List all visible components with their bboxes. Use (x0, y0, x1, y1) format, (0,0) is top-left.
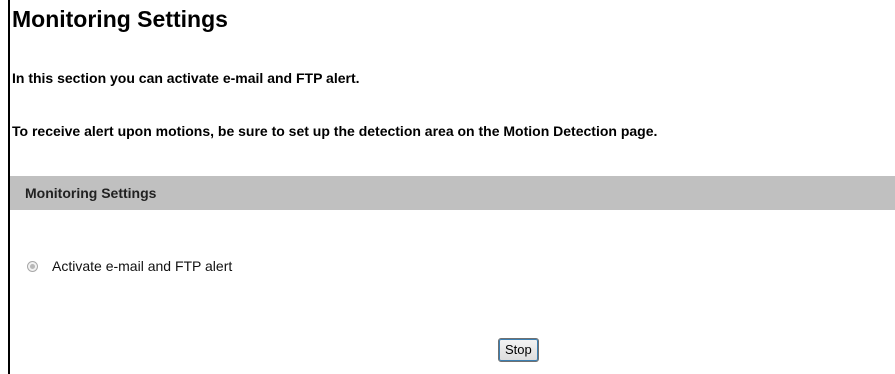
monitoring-settings-page: Monitoring Settings In this section you … (10, 0, 895, 374)
motion-detection-note: To receive alert upon motions, be sure t… (12, 123, 658, 139)
activate-alert-radio[interactable] (27, 260, 38, 272)
section-header: Monitoring Settings (10, 176, 895, 210)
page-title: Monitoring Settings (12, 6, 228, 32)
stop-button[interactable]: Stop (498, 338, 539, 362)
activate-alert-option[interactable]: Activate e-mail and FTP alert (27, 256, 232, 276)
activate-alert-label[interactable]: Activate e-mail and FTP alert (52, 256, 232, 276)
radio-selected-dot (30, 263, 35, 269)
intro-text: In this section you can activate e-mail … (12, 70, 360, 86)
section-header-label: Monitoring Settings (25, 185, 157, 201)
